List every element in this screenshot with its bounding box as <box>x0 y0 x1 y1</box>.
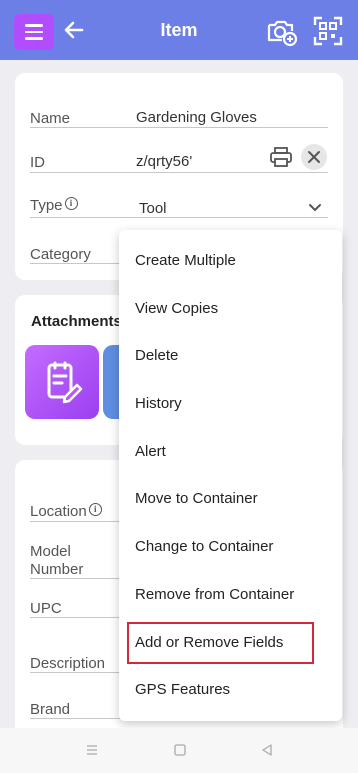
attachments-title: Attachments <box>31 313 122 330</box>
id-underline <box>30 172 328 173</box>
print-icon[interactable] <box>268 146 294 168</box>
location-underline <box>30 521 120 522</box>
menu-item-remove-from-container[interactable]: Remove from Container <box>135 586 294 603</box>
upc-underline <box>30 617 120 618</box>
camera-add-icon[interactable] <box>266 15 298 47</box>
model-underline <box>30 578 120 579</box>
home-icon[interactable] <box>174 744 186 756</box>
close-icon <box>308 151 320 163</box>
upc-label: UPC <box>30 600 62 617</box>
menu-item-view-copies[interactable]: View Copies <box>135 300 218 317</box>
type-underline <box>30 217 328 218</box>
name-label: Name <box>30 110 71 127</box>
location-label: Location i <box>30 503 102 520</box>
id-field[interactable]: z/qrty56' <box>136 153 192 170</box>
clear-id-button[interactable] <box>301 144 327 170</box>
type-label: Type i <box>30 197 78 214</box>
menu-item-delete[interactable]: Delete <box>135 347 178 364</box>
info-icon[interactable]: i <box>64 197 78 210</box>
menu-item-history[interactable]: History <box>135 395 182 412</box>
name-field[interactable]: Gardening Gloves <box>136 109 257 126</box>
menu-item-gps-features[interactable]: GPS Features <box>135 681 230 698</box>
qr-scan-icon[interactable] <box>312 15 344 47</box>
model-number-label-line2: Number <box>30 561 84 578</box>
description-underline <box>30 672 120 673</box>
back-nav-icon[interactable] <box>261 744 273 756</box>
name-underline <box>30 127 328 128</box>
menu-item-move-to-container[interactable]: Move to Container <box>135 490 258 507</box>
category-underline <box>30 263 120 264</box>
app-bar: Item <box>0 0 358 60</box>
chevron-down-icon[interactable] <box>307 200 323 216</box>
info-icon[interactable]: i <box>88 503 102 516</box>
brand-label: Brand <box>30 701 71 718</box>
system-nav-bar <box>0 728 358 773</box>
highlight-box <box>127 622 314 664</box>
id-label: ID <box>30 154 45 171</box>
page-title: Item <box>160 20 198 40</box>
category-label: Category <box>30 246 91 263</box>
type-label-text: Type <box>30 197 63 214</box>
menu-item-create-multiple[interactable]: Create Multiple <box>135 252 236 269</box>
recent-apps-icon[interactable] <box>86 744 98 756</box>
model-number-label-line1: Model <box>30 543 71 560</box>
brand-underline <box>30 718 120 719</box>
type-select[interactable]: Tool <box>139 200 167 217</box>
menu-item-change-to-container[interactable]: Change to Container <box>135 538 273 555</box>
note-edit-icon <box>47 361 83 404</box>
attachment-add-note[interactable] <box>25 345 99 419</box>
menu-item-alert[interactable]: Alert <box>135 443 166 460</box>
location-label-text: Location <box>30 503 87 520</box>
description-label: Description <box>30 655 106 672</box>
